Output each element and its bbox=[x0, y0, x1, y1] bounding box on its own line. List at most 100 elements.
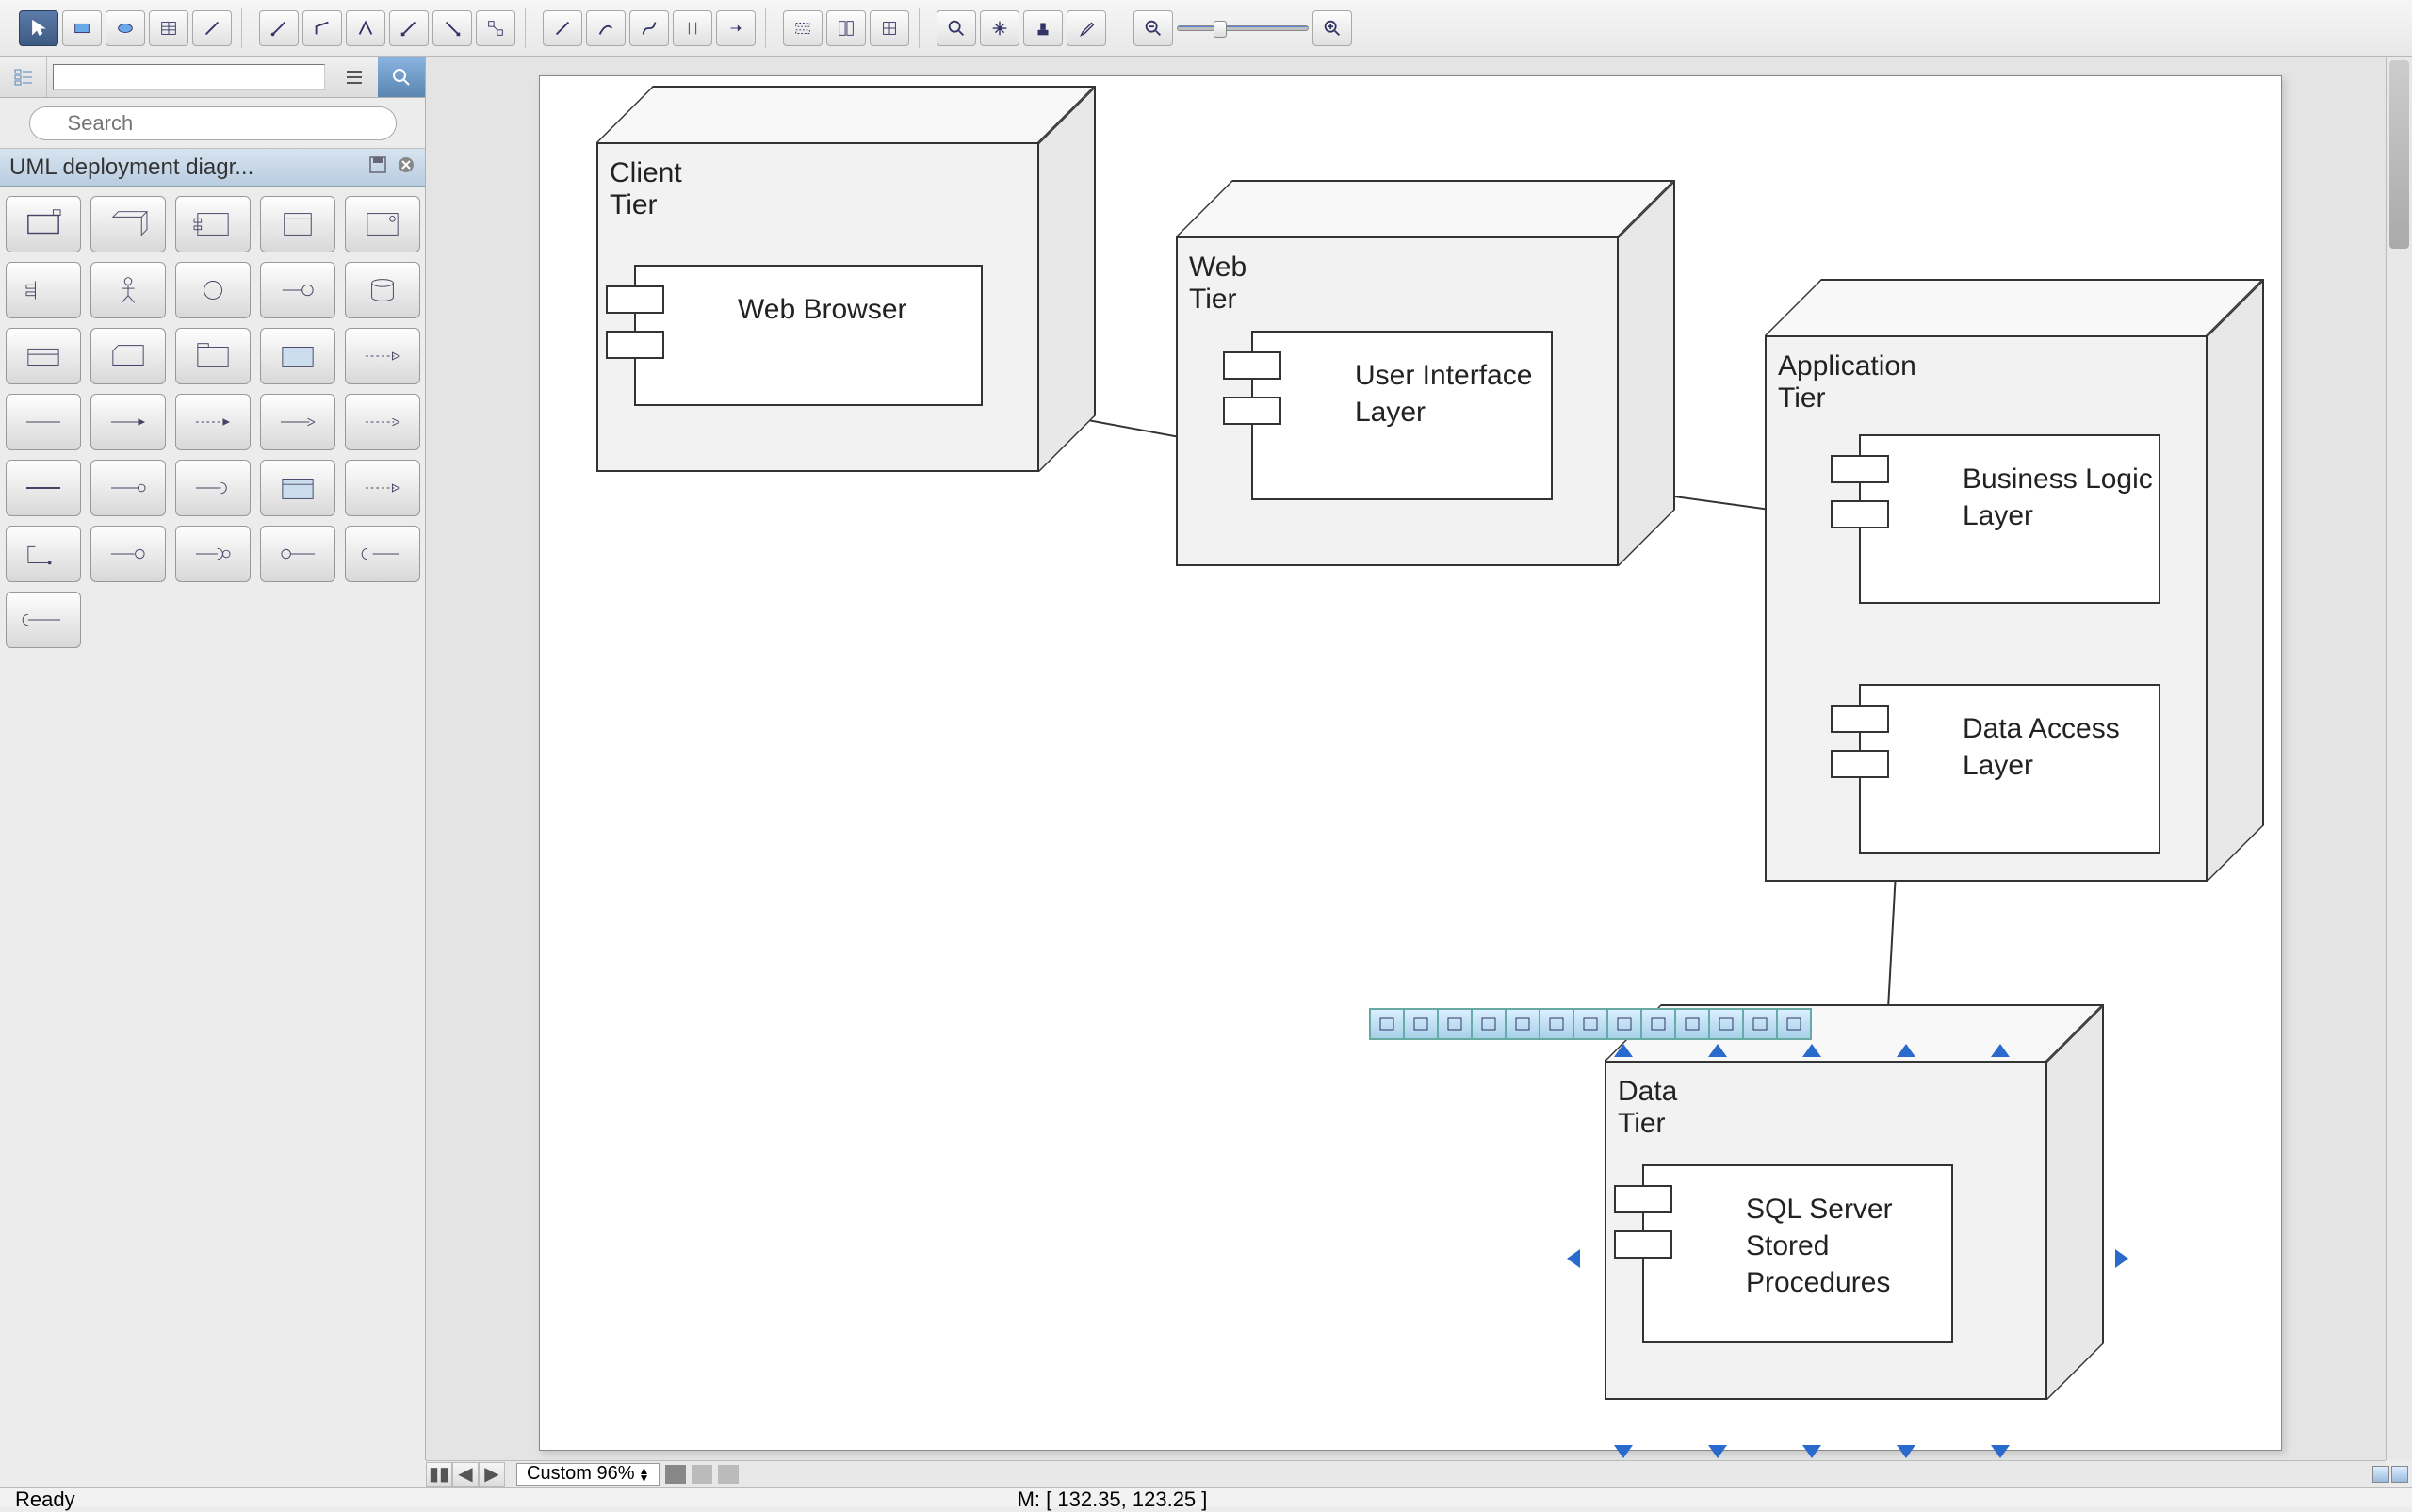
search-input[interactable] bbox=[29, 106, 397, 140]
selection-tool-2[interactable] bbox=[1438, 1009, 1472, 1039]
selection-tool-3[interactable] bbox=[1472, 1009, 1506, 1039]
hs-prev-icon[interactable]: ◀ bbox=[452, 1462, 479, 1487]
vertical-scrollbar-thumb[interactable] bbox=[2389, 60, 2409, 249]
palette-shape-11[interactable] bbox=[90, 328, 166, 384]
rect-tool[interactable] bbox=[62, 10, 102, 46]
corner-icon-1[interactable] bbox=[2372, 1466, 2389, 1483]
palette-shape-0[interactable] bbox=[6, 196, 81, 252]
section-close-icon[interactable] bbox=[397, 154, 416, 181]
palette-shape-6[interactable] bbox=[90, 262, 166, 318]
palette-shape-9[interactable] bbox=[345, 262, 420, 318]
palette-shape-5[interactable] bbox=[6, 262, 81, 318]
align-tool-3[interactable] bbox=[870, 10, 909, 46]
corner-icon-2[interactable] bbox=[2391, 1466, 2408, 1483]
pan-tool[interactable] bbox=[980, 10, 1019, 46]
connector-tool-1[interactable] bbox=[259, 10, 299, 46]
table-tool[interactable] bbox=[149, 10, 188, 46]
line-style-1[interactable] bbox=[543, 10, 582, 46]
selection-handle[interactable] bbox=[1991, 1044, 2010, 1057]
line-style-2[interactable] bbox=[586, 10, 626, 46]
canvas-area[interactable]: Client TierWeb BrowserWeb TierUser Inter… bbox=[426, 57, 2386, 1460]
selection-tool-0[interactable] bbox=[1370, 1009, 1404, 1039]
selection-handle[interactable] bbox=[1708, 1445, 1727, 1458]
palette-shape-28[interactable] bbox=[260, 526, 335, 582]
selection-handle[interactable] bbox=[1897, 1044, 1915, 1057]
palette-shape-8[interactable] bbox=[260, 262, 335, 318]
library-view-icon[interactable] bbox=[0, 57, 47, 97]
selection-handle[interactable] bbox=[1614, 1044, 1633, 1057]
palette-shape-13[interactable] bbox=[260, 328, 335, 384]
connector-tool-5[interactable] bbox=[432, 10, 472, 46]
selection-tool-8[interactable] bbox=[1641, 1009, 1675, 1039]
palette-shape-30[interactable] bbox=[6, 592, 81, 648]
search-view-icon[interactable] bbox=[378, 57, 425, 97]
selection-tool-11[interactable] bbox=[1743, 1009, 1777, 1039]
palette-shape-1[interactable] bbox=[90, 196, 166, 252]
page-thumb-2[interactable] bbox=[692, 1465, 712, 1484]
palette-shape-23[interactable] bbox=[260, 460, 335, 516]
zoom-slider-thumb[interactable] bbox=[1214, 21, 1227, 38]
zoom-stepper-icon[interactable]: ▲▼ bbox=[639, 1467, 650, 1482]
align-tool-1[interactable] bbox=[783, 10, 823, 46]
palette-shape-22[interactable] bbox=[175, 460, 251, 516]
zoom-display[interactable]: Custom 96% ▲▼ bbox=[516, 1463, 660, 1486]
line-style-4[interactable] bbox=[673, 10, 712, 46]
palette-shape-15[interactable] bbox=[6, 394, 81, 450]
section-save-icon[interactable] bbox=[368, 154, 387, 181]
selection-tool-4[interactable] bbox=[1506, 1009, 1540, 1039]
selection-tool-9[interactable] bbox=[1675, 1009, 1709, 1039]
section-title-row[interactable]: UML deployment diagr... bbox=[0, 149, 425, 187]
selection-handle[interactable] bbox=[1897, 1445, 1915, 1458]
canvas-page[interactable]: Client TierWeb BrowserWeb TierUser Inter… bbox=[539, 75, 2282, 1451]
palette-shape-17[interactable] bbox=[175, 394, 251, 450]
selection-tool-6[interactable] bbox=[1573, 1009, 1607, 1039]
selection-handle[interactable] bbox=[1802, 1044, 1821, 1057]
palette-shape-16[interactable] bbox=[90, 394, 166, 450]
connector-tool-3[interactable] bbox=[346, 10, 385, 46]
selection-tool-7[interactable] bbox=[1607, 1009, 1641, 1039]
selection-handle[interactable] bbox=[1567, 1249, 1580, 1268]
connector-tool-2[interactable] bbox=[302, 10, 342, 46]
palette-shape-2[interactable] bbox=[175, 196, 251, 252]
palette-shape-21[interactable] bbox=[90, 460, 166, 516]
palette-shape-10[interactable] bbox=[6, 328, 81, 384]
line-style-3[interactable] bbox=[629, 10, 669, 46]
page-thumb-3[interactable] bbox=[718, 1465, 739, 1484]
palette-shape-14[interactable] bbox=[345, 328, 420, 384]
align-tool-2[interactable] bbox=[826, 10, 866, 46]
connector-tool-4[interactable] bbox=[389, 10, 429, 46]
selection-tool-1[interactable] bbox=[1404, 1009, 1438, 1039]
palette-shape-3[interactable] bbox=[260, 196, 335, 252]
palette-shape-4[interactable] bbox=[345, 196, 420, 252]
zoom-tool[interactable] bbox=[937, 10, 976, 46]
palette-shape-29[interactable] bbox=[345, 526, 420, 582]
selection-handle[interactable] bbox=[2115, 1249, 2128, 1268]
palette-shape-18[interactable] bbox=[260, 394, 335, 450]
palette-shape-25[interactable] bbox=[6, 526, 81, 582]
page-thumb-1[interactable] bbox=[665, 1465, 686, 1484]
pointer-tool[interactable] bbox=[19, 10, 58, 46]
zoom-in-button[interactable] bbox=[1312, 10, 1352, 46]
palette-shape-20[interactable] bbox=[6, 460, 81, 516]
line-style-5[interactable] bbox=[716, 10, 756, 46]
palette-shape-27[interactable] bbox=[175, 526, 251, 582]
selection-handle[interactable] bbox=[1991, 1445, 2010, 1458]
palette-shape-7[interactable] bbox=[175, 262, 251, 318]
selection-tool-5[interactable] bbox=[1540, 1009, 1573, 1039]
selection-handle[interactable] bbox=[1802, 1445, 1821, 1458]
palette-shape-12[interactable] bbox=[175, 328, 251, 384]
connector-tool-6[interactable] bbox=[476, 10, 515, 46]
palette-shape-24[interactable] bbox=[345, 460, 420, 516]
stamp-tool[interactable] bbox=[1023, 10, 1063, 46]
selection-handle[interactable] bbox=[1708, 1044, 1727, 1057]
selection-handle[interactable] bbox=[1614, 1445, 1633, 1458]
palette-shape-26[interactable] bbox=[90, 526, 166, 582]
ellipse-tool[interactable] bbox=[106, 10, 145, 46]
selection-tool-12[interactable] bbox=[1777, 1009, 1811, 1039]
hs-next-icon[interactable]: ▶ bbox=[479, 1462, 505, 1487]
zoom-slider[interactable] bbox=[1177, 25, 1309, 31]
palette-shape-19[interactable] bbox=[345, 394, 420, 450]
list-view-icon[interactable] bbox=[331, 57, 378, 97]
eyedropper-tool[interactable] bbox=[1067, 10, 1106, 46]
zoom-out-button[interactable] bbox=[1133, 10, 1173, 46]
